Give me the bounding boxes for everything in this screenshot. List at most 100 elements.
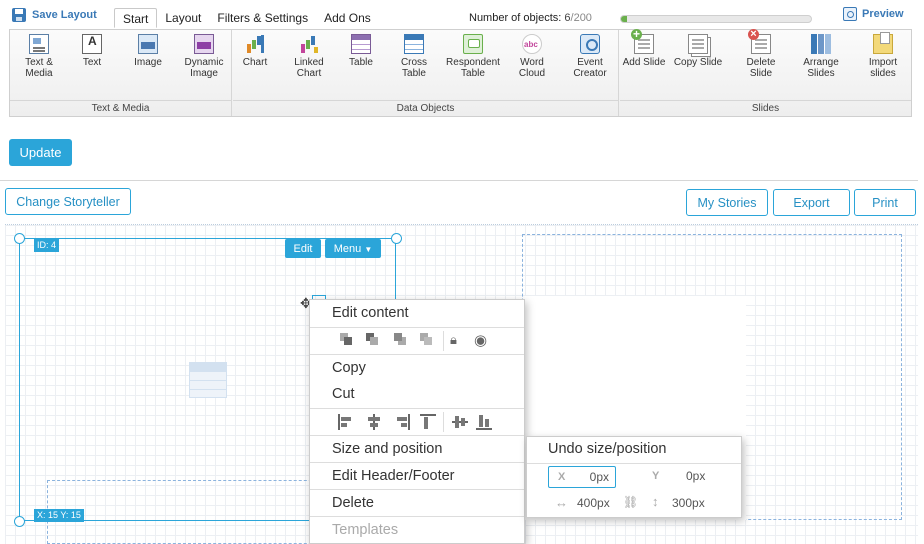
object-position-badge: X: 15 Y: 15 bbox=[34, 509, 84, 522]
undo-size-position[interactable]: Undo size/position bbox=[548, 441, 667, 457]
x-position-field[interactable]: X 0px bbox=[548, 466, 616, 488]
tab-layout[interactable]: Layout bbox=[157, 8, 209, 28]
image-icon bbox=[138, 34, 158, 54]
unlink-icon[interactable]: ⛓ bbox=[623, 495, 638, 509]
text-button[interactable]: Text bbox=[72, 34, 112, 68]
x-label: X bbox=[558, 471, 566, 483]
height-field[interactable]: 300px bbox=[672, 496, 705, 510]
lock-icon[interactable]: 🔒︎ bbox=[450, 332, 466, 348]
copy-slide-button[interactable]: Copy Slide bbox=[673, 34, 723, 68]
table-button[interactable]: Table bbox=[341, 34, 381, 68]
chart-icon bbox=[245, 34, 265, 54]
tab-add-ons[interactable]: Add Ons bbox=[316, 8, 379, 28]
ribbon-group-slides: Add Slide Copy Slide Delete Slide Arrang… bbox=[620, 29, 911, 116]
object-count: Number of objects: 6/200 bbox=[469, 12, 592, 24]
icon-separator bbox=[443, 331, 444, 351]
word-cloud-label-2: Cloud bbox=[518, 68, 546, 79]
menu-edit-header-footer[interactable]: Edit Header/Footer bbox=[310, 468, 524, 484]
bring-to-front-icon[interactable] bbox=[340, 333, 356, 349]
visibility-eye-icon[interactable]: ◉ bbox=[474, 331, 490, 349]
table-label: Table bbox=[349, 57, 373, 68]
cross-table-button[interactable]: Cross Table bbox=[394, 34, 434, 79]
align-left-icon[interactable] bbox=[338, 414, 354, 430]
width-arrows-icon: ↔ bbox=[555, 495, 568, 510]
word-cloud-button[interactable]: Word Cloud bbox=[512, 34, 552, 79]
width-field[interactable]: 400px bbox=[577, 496, 610, 510]
text-media-button[interactable]: Text & Media bbox=[19, 34, 59, 79]
align-center-icon[interactable] bbox=[366, 414, 382, 430]
menu-copy[interactable]: Copy bbox=[310, 360, 524, 376]
copy-slide-icon bbox=[688, 34, 708, 54]
update-button[interactable]: Update bbox=[9, 139, 72, 166]
add-slide-button[interactable]: Add Slide bbox=[621, 29, 667, 68]
copy-slide-label: Copy Slide bbox=[673, 57, 723, 68]
cross-table-icon bbox=[404, 34, 424, 54]
respondent-table-button[interactable]: Respondent Table bbox=[444, 34, 502, 79]
object-count-label: Number of objects: bbox=[469, 12, 562, 24]
event-creator-label-2: Creator bbox=[573, 68, 607, 79]
divider bbox=[0, 180, 918, 181]
chart-button[interactable]: Chart bbox=[238, 34, 272, 68]
ribbon: Text & Media Text Image Dynamic Image Te… bbox=[9, 29, 912, 117]
preview-icon bbox=[843, 7, 857, 21]
menu-size-and-position[interactable]: Size and position bbox=[310, 441, 524, 457]
image-label: Image bbox=[134, 57, 162, 68]
image-button[interactable]: Image bbox=[128, 34, 168, 68]
resize-handle-bottom-left[interactable] bbox=[14, 516, 25, 527]
send-to-back-icon[interactable] bbox=[420, 333, 436, 349]
word-cloud-icon bbox=[522, 34, 542, 54]
print-button[interactable]: Print bbox=[854, 189, 916, 216]
save-layout-label: Save Layout bbox=[32, 9, 97, 21]
main-tabs: Start Layout Filters & Settings Add Ons bbox=[114, 8, 379, 28]
import-slides-icon bbox=[873, 32, 893, 54]
ribbon-group-label-text-media: Text & Media bbox=[10, 100, 231, 116]
menu-separator bbox=[310, 435, 524, 436]
bring-forward-icon[interactable] bbox=[366, 333, 382, 349]
dynamic-image-label-1: Dynamic bbox=[184, 57, 224, 68]
preview-button[interactable]: Preview bbox=[843, 7, 904, 21]
align-middle-icon[interactable] bbox=[452, 414, 468, 430]
save-disk-icon bbox=[12, 8, 26, 22]
resize-handle-top-right[interactable] bbox=[391, 233, 402, 244]
arrange-slides-button[interactable]: Arrange Slides bbox=[801, 34, 841, 79]
event-creator-button[interactable]: Event Creator bbox=[569, 34, 611, 79]
change-storyteller-button[interactable]: Change Storyteller bbox=[5, 188, 131, 215]
menu-separator bbox=[310, 489, 524, 490]
save-layout-button[interactable]: Save Layout bbox=[12, 6, 97, 24]
ribbon-group-label-slides: Slides bbox=[620, 100, 911, 116]
object-menu-button[interactable]: Menu ▼ bbox=[325, 239, 381, 258]
object-edit-button[interactable]: Edit bbox=[285, 239, 321, 258]
dynamic-image-button[interactable]: Dynamic Image bbox=[180, 34, 228, 79]
table-icon bbox=[351, 34, 371, 54]
menu-separator bbox=[310, 462, 524, 463]
menu-templates: Templates bbox=[332, 522, 399, 538]
menu-cut[interactable]: Cut bbox=[310, 386, 524, 402]
resize-handle-top-left[interactable] bbox=[14, 233, 25, 244]
import-slides-button[interactable]: Import slides bbox=[862, 32, 904, 79]
linked-chart-label-1: Linked bbox=[294, 57, 324, 68]
delete-slide-label-2: Slide bbox=[749, 68, 773, 79]
tab-start[interactable]: Start bbox=[114, 8, 158, 28]
align-bottom-icon[interactable] bbox=[476, 414, 492, 430]
align-top-icon[interactable] bbox=[420, 414, 436, 430]
height-arrows-icon: ↕ bbox=[652, 494, 659, 509]
delete-slide-icon bbox=[748, 29, 771, 54]
dynamic-image-label-2: Image bbox=[190, 68, 218, 79]
cross-table-label-2: Table bbox=[402, 68, 426, 79]
menu-edit-content[interactable]: Edit content bbox=[310, 305, 524, 321]
export-button[interactable]: Export bbox=[773, 189, 850, 216]
my-stories-button[interactable]: My Stories bbox=[686, 189, 768, 216]
tab-filters-settings[interactable]: Filters & Settings bbox=[209, 8, 316, 28]
linked-chart-button[interactable]: Linked Chart bbox=[289, 34, 329, 79]
y-position-field[interactable]: 0px bbox=[686, 469, 705, 483]
align-right-icon[interactable] bbox=[394, 414, 410, 430]
send-backward-icon[interactable] bbox=[394, 333, 410, 349]
menu-delete[interactable]: Delete bbox=[310, 495, 524, 511]
object-count-progress-fill bbox=[621, 16, 627, 22]
menu-layer-icon-row: 🔒︎ ◉ bbox=[310, 328, 524, 354]
import-slides-label-2: slides bbox=[870, 68, 896, 79]
arrange-slides-label-1: Arrange bbox=[803, 57, 839, 68]
word-cloud-label-1: Word bbox=[520, 57, 544, 68]
delete-slide-button[interactable]: Delete Slide bbox=[742, 29, 780, 79]
text-media-label-1: Text & bbox=[25, 57, 53, 68]
